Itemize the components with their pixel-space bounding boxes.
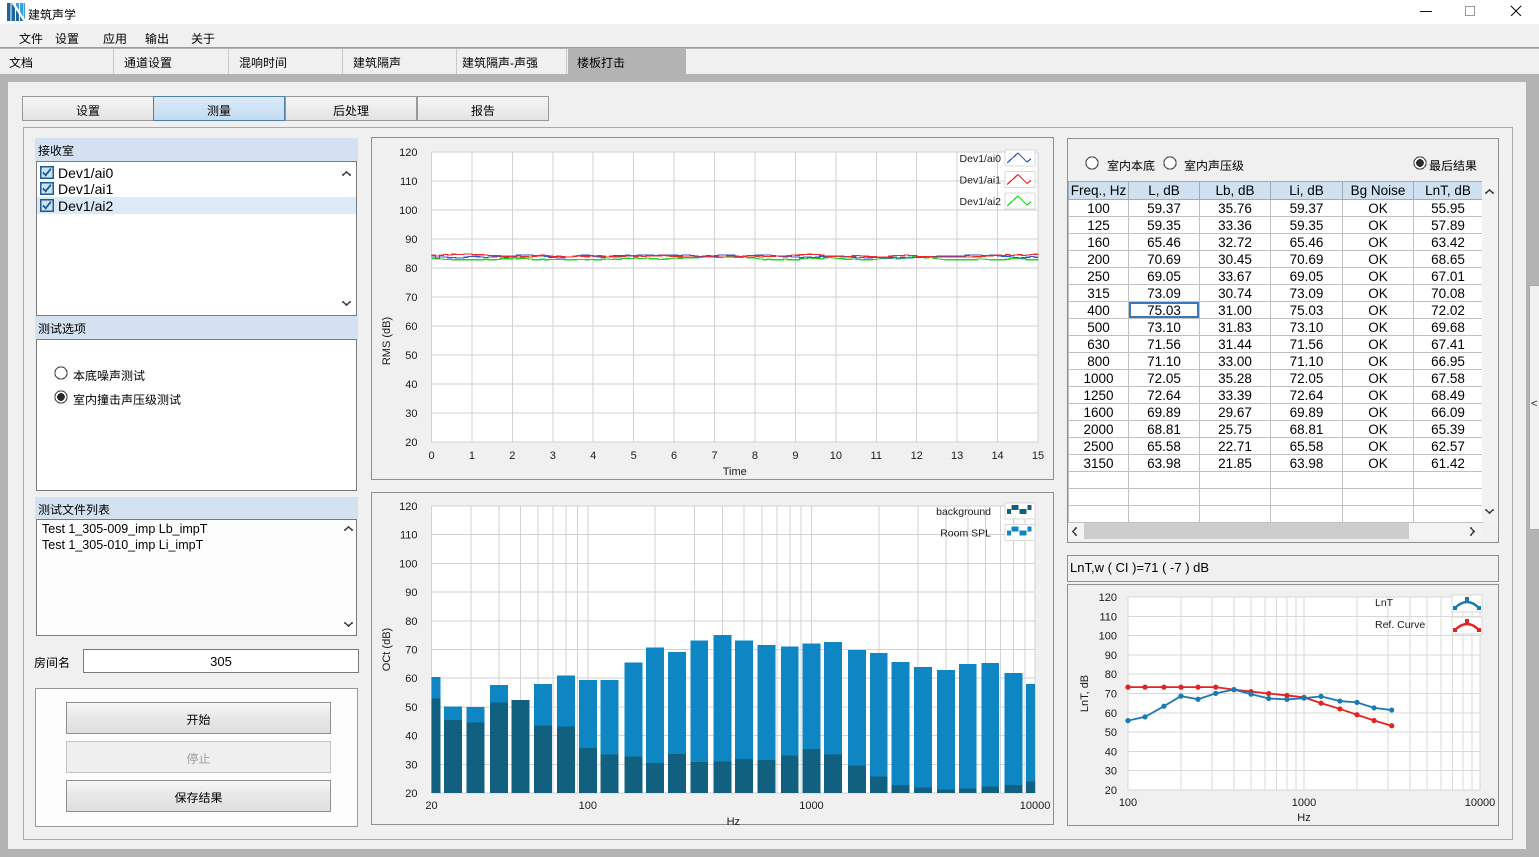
- svg-text:50: 50: [405, 702, 417, 714]
- svg-text:80: 80: [1105, 669, 1117, 681]
- svg-text:15: 15: [1032, 450, 1044, 462]
- svg-text:Dev1/ai2: Dev1/ai2: [960, 196, 1002, 208]
- svg-text:0: 0: [428, 450, 434, 462]
- svg-text:Hz: Hz: [727, 816, 740, 825]
- svg-text:background: background: [936, 506, 991, 518]
- svg-text:20: 20: [425, 800, 437, 812]
- svg-text:40: 40: [1105, 746, 1117, 758]
- svg-text:9: 9: [792, 450, 798, 462]
- svg-text:Ref. Curve: Ref. Curve: [1375, 619, 1425, 631]
- svg-text:5: 5: [631, 450, 637, 462]
- svg-text:110: 110: [1099, 611, 1117, 623]
- svg-text:11: 11: [871, 450, 882, 462]
- svg-text:Dev1/ai1: Dev1/ai1: [960, 175, 1002, 187]
- svg-text:1: 1: [469, 450, 475, 462]
- svg-text:120: 120: [399, 147, 417, 159]
- svg-text:60: 60: [1105, 708, 1117, 720]
- svg-text:50: 50: [405, 350, 417, 362]
- svg-text:6: 6: [671, 450, 677, 462]
- svg-text:4: 4: [590, 450, 596, 462]
- svg-text:70: 70: [405, 645, 417, 657]
- svg-text:30: 30: [1105, 766, 1117, 778]
- svg-text:100: 100: [399, 558, 417, 570]
- svg-text:OCt (dB): OCt (dB): [381, 628, 393, 671]
- svg-text:50: 50: [1105, 727, 1117, 739]
- svg-text:20: 20: [1105, 785, 1117, 797]
- svg-text:40: 40: [405, 379, 417, 391]
- svg-text:Room SPL: Room SPL: [940, 528, 991, 540]
- svg-text:90: 90: [405, 587, 417, 599]
- svg-text:10000: 10000: [1465, 797, 1496, 809]
- svg-text:120: 120: [1099, 592, 1117, 604]
- svg-text:13: 13: [951, 450, 963, 462]
- svg-text:Dev1/ai0: Dev1/ai0: [960, 153, 1002, 165]
- svg-text:100: 100: [1099, 631, 1117, 643]
- svg-text:90: 90: [405, 234, 417, 246]
- svg-text:90: 90: [1105, 650, 1117, 662]
- svg-text:100: 100: [399, 205, 417, 217]
- svg-text:70: 70: [405, 292, 417, 304]
- svg-text:10: 10: [830, 450, 842, 462]
- svg-text:7: 7: [711, 450, 717, 462]
- svg-text:12: 12: [911, 450, 923, 462]
- svg-text:100: 100: [579, 800, 597, 812]
- svg-text:110: 110: [400, 530, 418, 542]
- svg-text:110: 110: [400, 176, 418, 188]
- svg-text:1000: 1000: [799, 800, 823, 812]
- svg-text:2: 2: [509, 450, 515, 462]
- svg-text:14: 14: [991, 450, 1003, 462]
- svg-text:3: 3: [550, 450, 556, 462]
- svg-text:1000: 1000: [1292, 797, 1316, 809]
- svg-text:LnT: LnT: [1375, 597, 1394, 609]
- svg-text:10000: 10000: [1020, 800, 1051, 812]
- svg-text:RMS (dB): RMS (dB): [381, 317, 393, 365]
- svg-text:60: 60: [405, 673, 417, 685]
- svg-text:70: 70: [1105, 689, 1117, 701]
- svg-text:20: 20: [405, 788, 417, 800]
- svg-text:80: 80: [405, 616, 417, 628]
- svg-text:Time: Time: [723, 466, 747, 478]
- svg-text:40: 40: [405, 731, 417, 743]
- svg-text:LnT, dB: LnT, dB: [1079, 675, 1091, 712]
- svg-text:80: 80: [405, 263, 417, 275]
- svg-text:8: 8: [752, 450, 758, 462]
- svg-text:30: 30: [405, 759, 417, 771]
- svg-text:20: 20: [405, 437, 417, 449]
- svg-text:60: 60: [405, 321, 417, 333]
- svg-text:Hz: Hz: [1297, 812, 1310, 824]
- svg-text:100: 100: [1119, 797, 1137, 809]
- svg-text:30: 30: [405, 408, 417, 420]
- svg-text:120: 120: [399, 501, 417, 513]
